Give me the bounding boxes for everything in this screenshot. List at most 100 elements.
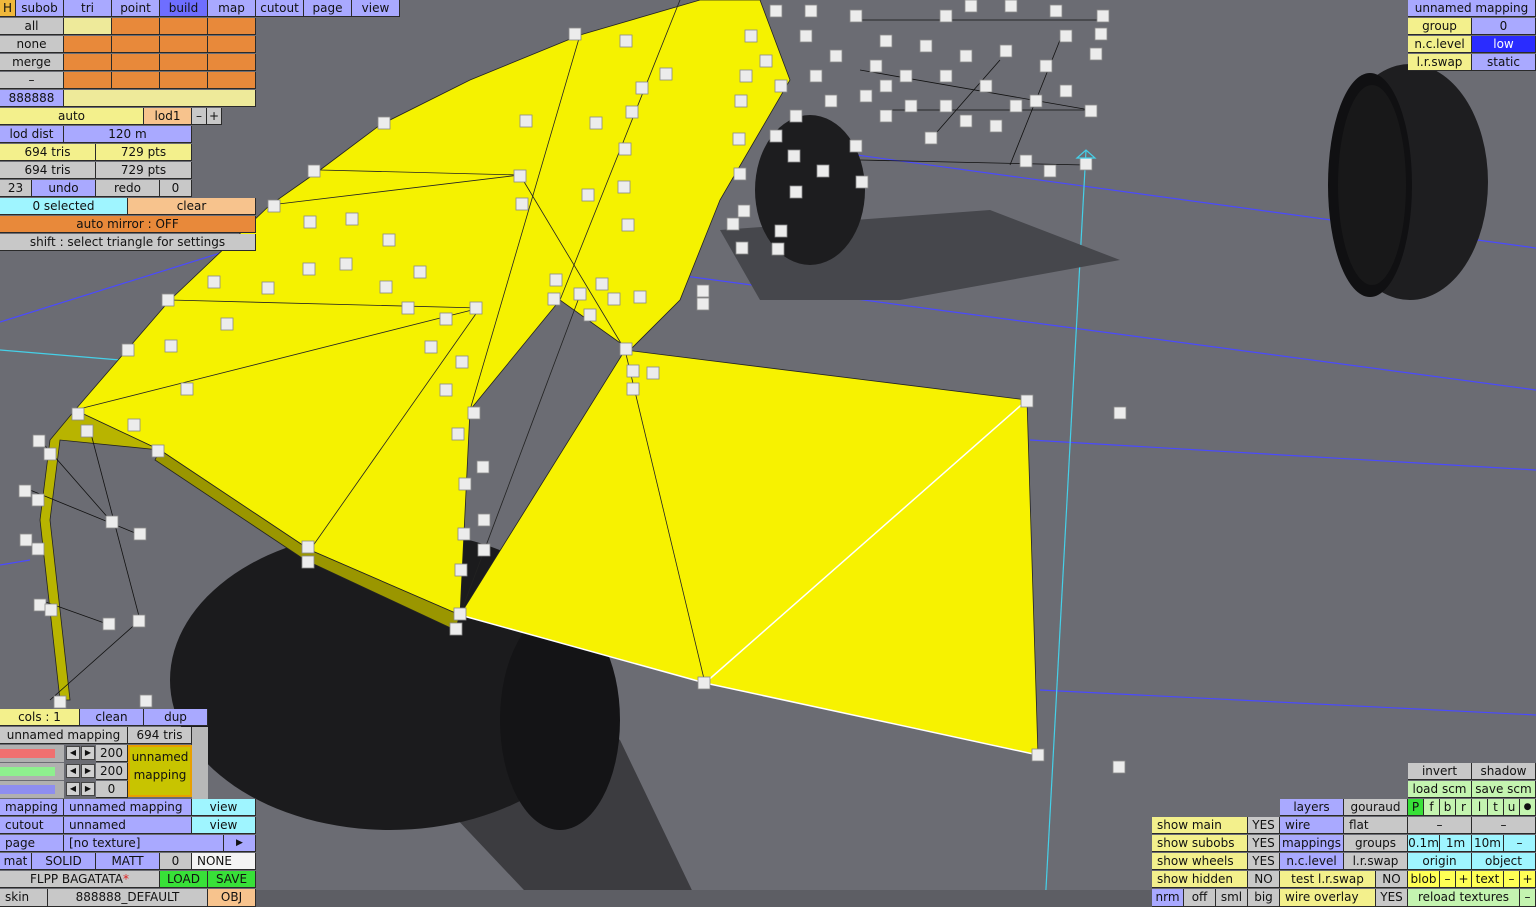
object-button[interactable]: object	[1472, 853, 1536, 870]
show-main-toggle[interactable]: YES	[1248, 817, 1280, 834]
channel-f[interactable]: f	[1424, 799, 1440, 816]
nrm-button[interactable]: nrm	[1152, 889, 1184, 907]
red-slider[interactable]	[0, 745, 64, 762]
mapping-preview[interactable]: unnamed mapping	[128, 745, 192, 797]
color-cell[interactable]	[208, 36, 256, 53]
color-grid[interactable]	[64, 18, 256, 90]
mapping-title[interactable]: unnamed mapping	[1408, 0, 1536, 17]
green-slider[interactable]	[0, 763, 64, 780]
nc-level-button[interactable]: n.c.level	[1280, 853, 1344, 870]
lod-minus-button[interactable]: –	[192, 108, 207, 125]
select-all-button[interactable]: all	[0, 18, 64, 35]
groups-button[interactable]: groups	[1344, 835, 1408, 852]
channel-b[interactable]: b	[1440, 799, 1456, 816]
mat-none-field[interactable]: NONE	[192, 853, 256, 870]
cols-field[interactable]: cols : 1	[0, 709, 80, 726]
car-name[interactable]: FLPP BAGATATA*	[0, 871, 160, 888]
color-cell[interactable]	[64, 18, 112, 35]
menu-map[interactable]: map	[208, 0, 256, 17]
page-next-icon[interactable]: ▶	[224, 835, 256, 852]
mapping-view-button[interactable]: view	[192, 799, 256, 816]
lr-swap-value[interactable]: static	[1472, 54, 1536, 71]
blue-value[interactable]: 0	[96, 781, 128, 798]
color-cell[interactable]	[112, 36, 160, 53]
menu-view[interactable]: view	[352, 0, 400, 17]
color-cell[interactable]	[160, 18, 208, 35]
color-cell[interactable]	[64, 72, 112, 89]
redo-button[interactable]: redo	[96, 180, 160, 197]
sml-button[interactable]: sml	[1216, 889, 1248, 907]
channel-r[interactable]: r	[1456, 799, 1472, 816]
lod-plus-button[interactable]: +	[207, 108, 222, 125]
color-cell[interactable]	[112, 18, 160, 35]
channel-dot-icon[interactable]: ●	[1520, 799, 1536, 816]
step-10m[interactable]: 10m	[1472, 835, 1504, 852]
shadow-button[interactable]: shadow	[1472, 763, 1536, 780]
color-cell[interactable]	[112, 54, 160, 71]
color-cell[interactable]	[208, 18, 256, 35]
blob-minus-button[interactable]: –	[1440, 871, 1456, 888]
invert-button[interactable]: invert	[1408, 763, 1472, 780]
lr-swap-button[interactable]: l.r.swap	[1344, 853, 1408, 870]
merge-button[interactable]: merge	[0, 54, 64, 71]
load-button[interactable]: LOAD	[160, 871, 208, 888]
color-cell[interactable]	[160, 54, 208, 71]
save-button[interactable]: SAVE	[208, 871, 256, 888]
cutout-field[interactable]: unnamed	[64, 817, 192, 834]
channel-t[interactable]: t	[1488, 799, 1504, 816]
step-minus[interactable]: –	[1504, 835, 1536, 852]
arrow-right-icon[interactable]: ▶	[81, 782, 95, 796]
origin-button[interactable]: origin	[1408, 853, 1472, 870]
test-lr-swap-toggle[interactable]: NO	[1376, 871, 1408, 888]
nc-level-value[interactable]: low	[1472, 36, 1536, 53]
arrow-left-icon[interactable]: ◀	[66, 764, 80, 778]
arrow-left-icon[interactable]: ◀	[66, 782, 80, 796]
obj-button[interactable]: OBJ	[208, 889, 256, 907]
color-swatch[interactable]	[64, 90, 256, 107]
dash-button-left[interactable]: –	[1408, 817, 1472, 834]
select-none-button[interactable]: none	[0, 36, 64, 53]
flat-button[interactable]: flat	[1344, 817, 1408, 834]
text-plus-button[interactable]: +	[1520, 871, 1536, 888]
h-button[interactable]: H	[0, 0, 16, 17]
color-cell[interactable]	[112, 72, 160, 89]
channel-p[interactable]: P	[1408, 799, 1424, 816]
group-value[interactable]: 0	[1472, 18, 1536, 35]
color-code-field[interactable]: 888888	[0, 90, 64, 107]
skin-field[interactable]: 888888_DEFAULT	[48, 889, 208, 907]
cutout-view-button[interactable]: view	[192, 817, 256, 834]
color-cell[interactable]	[160, 72, 208, 89]
channel-u[interactable]: u	[1504, 799, 1520, 816]
menu-subob[interactable]: subob	[16, 0, 64, 17]
scrollbar[interactable]	[192, 727, 208, 799]
reload-minus-button[interactable]: –	[1520, 889, 1536, 907]
arrow-left-icon[interactable]: ◀	[66, 746, 80, 760]
load-scm-button[interactable]: load scm	[1408, 781, 1472, 798]
step-1m[interactable]: 1m	[1440, 835, 1472, 852]
dash-button-right[interactable]: –	[1472, 817, 1536, 834]
channel-l[interactable]: l	[1472, 799, 1488, 816]
lod-dist-value[interactable]: 120 m	[64, 126, 192, 143]
page-field[interactable]: [no texture]	[64, 835, 224, 852]
solid-button[interactable]: SOLID	[32, 853, 96, 870]
dup-button[interactable]: dup	[144, 709, 208, 726]
wire-button[interactable]: wire	[1280, 817, 1344, 834]
color-cell[interactable]	[160, 36, 208, 53]
matt-button[interactable]: MATT	[96, 853, 160, 870]
undo-button[interactable]: undo	[32, 180, 96, 197]
blue-slider[interactable]	[0, 781, 64, 798]
dash-button[interactable]: –	[0, 72, 64, 89]
text-minus-button[interactable]: –	[1504, 871, 1520, 888]
gouraud-button[interactable]: gouraud	[1344, 799, 1408, 816]
big-button[interactable]: big	[1248, 889, 1280, 907]
save-scm-button[interactable]: save scm	[1472, 781, 1536, 798]
viewport-3d[interactable]	[0, 0, 1536, 907]
auto-mirror-toggle[interactable]: auto mirror : OFF	[0, 216, 256, 233]
color-cell[interactable]	[64, 54, 112, 71]
step-0-1m[interactable]: 0.1m	[1408, 835, 1440, 852]
clear-button[interactable]: clear	[128, 198, 256, 215]
mat-number[interactable]: 0	[160, 853, 192, 870]
menu-page[interactable]: page	[304, 0, 352, 17]
off-button[interactable]: off	[1184, 889, 1216, 907]
show-wheels-toggle[interactable]: YES	[1248, 853, 1280, 870]
